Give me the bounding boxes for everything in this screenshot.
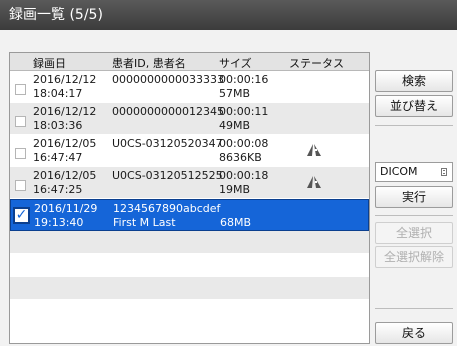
table-row[interactable]: 2016/12/05 16:47:47 U0CS-03120520347 00:… [10,135,369,167]
transfer-status-icon [307,176,321,188]
row-time: 19:13:40 [34,216,84,229]
row-patient-id: 0000000000033333 [112,73,224,86]
empty-row [10,254,369,277]
row-patient-id: U0CS-03120520347 [112,137,223,150]
row-checkbox[interactable] [15,148,26,159]
row-size: 57MB [219,87,251,100]
window-title: 録画一覧 (5/5) [0,0,457,30]
column-header-patient[interactable]: 患者ID, 患者名 [112,55,186,71]
output-format-value: DICOM [380,165,418,178]
row-duration: 00:00:11 [219,105,269,118]
row-patient-id: 1234567890abcdef [113,202,221,215]
row-patient-name: First M Last [113,216,176,229]
recording-table: 録画日 患者ID, 患者名 サイズ ステータス 2016/12/12 18:04… [9,52,370,344]
row-checkbox-checked[interactable]: ✓ [13,207,30,224]
row-date: 2016/12/12 [33,73,97,86]
table-row-selected[interactable]: ✓ 2016/11/29 19:13:40 1234567890abcdef F… [10,199,369,231]
table-row[interactable]: 2016/12/12 18:04:17 0000000000033333 00:… [10,71,369,103]
column-header-size[interactable]: サイズ [219,55,252,71]
empty-row [10,231,369,254]
search-button[interactable]: 検索 [375,70,453,92]
row-size: 19MB [219,183,251,196]
row-time: 18:03:36 [33,119,83,132]
sort-button[interactable]: 並び替え [375,95,453,117]
row-time: 16:47:47 [33,151,83,164]
row-duration: 00:00:08 [219,137,269,150]
divider [375,308,453,309]
row-date: 2016/12/05 [33,169,97,182]
table-row[interactable]: 2016/12/05 16:47:25 U0CS-03120512525 00:… [10,167,369,199]
empty-row [10,300,369,323]
row-patient-id: U0CS-03120512525 [112,169,223,182]
transfer-status-icon [307,144,321,156]
row-checkbox[interactable] [15,180,26,191]
row-size: 68MB [220,216,252,229]
row-checkbox[interactable] [15,84,26,95]
row-patient-id: 0000000000012345 [112,105,224,118]
deselect-all-button[interactable]: 全選択解除 [375,246,453,268]
select-all-button[interactable]: 全選択 [375,222,453,244]
column-header-date[interactable]: 録画日 [33,55,66,71]
recording-list-panel: 録画日 患者ID, 患者名 サイズ ステータス 2016/12/12 18:04… [0,30,457,346]
column-header-status[interactable]: ステータス [289,55,344,71]
row-duration: 00:00:18 [219,169,269,182]
row-date: 2016/11/29 [34,202,98,215]
table-row[interactable]: 2016/12/12 18:03:36 0000000000012345 00:… [10,103,369,135]
row-size: 8636KB [219,151,262,164]
back-button[interactable]: 戻る [375,322,453,344]
divider [375,215,453,216]
table-header: 録画日 患者ID, 患者名 サイズ ステータス [10,53,369,71]
row-size: 49MB [219,119,251,132]
row-time: 16:47:25 [33,183,83,196]
row-checkbox[interactable] [15,116,26,127]
row-time: 18:04:17 [33,87,83,100]
row-date: 2016/12/05 [33,137,97,150]
divider [375,125,453,126]
dropdown-icon [441,168,447,176]
row-duration: 00:00:16 [219,73,269,86]
output-format-select[interactable]: DICOM [375,162,453,182]
empty-row [10,277,369,300]
execute-button[interactable]: 実行 [375,186,453,208]
row-date: 2016/12/12 [33,105,97,118]
